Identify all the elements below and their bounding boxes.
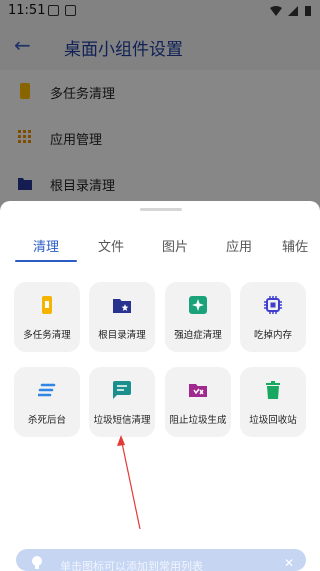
hint-banner[interactable]: 单击图标可以添加到常用列表 ✕ (16, 549, 306, 571)
bulb-icon (32, 556, 42, 569)
bottom-sheet: 清理 文件 图片 应用 辅佐 多任务清理 根目录清理 强迫症清理 吃掉内存 杀死… (0, 201, 320, 571)
hint-text: 单击图标可以添加到常用列表 (60, 560, 203, 571)
close-icon[interactable]: ✕ (284, 556, 294, 570)
annotation-arrow (117, 435, 141, 530)
